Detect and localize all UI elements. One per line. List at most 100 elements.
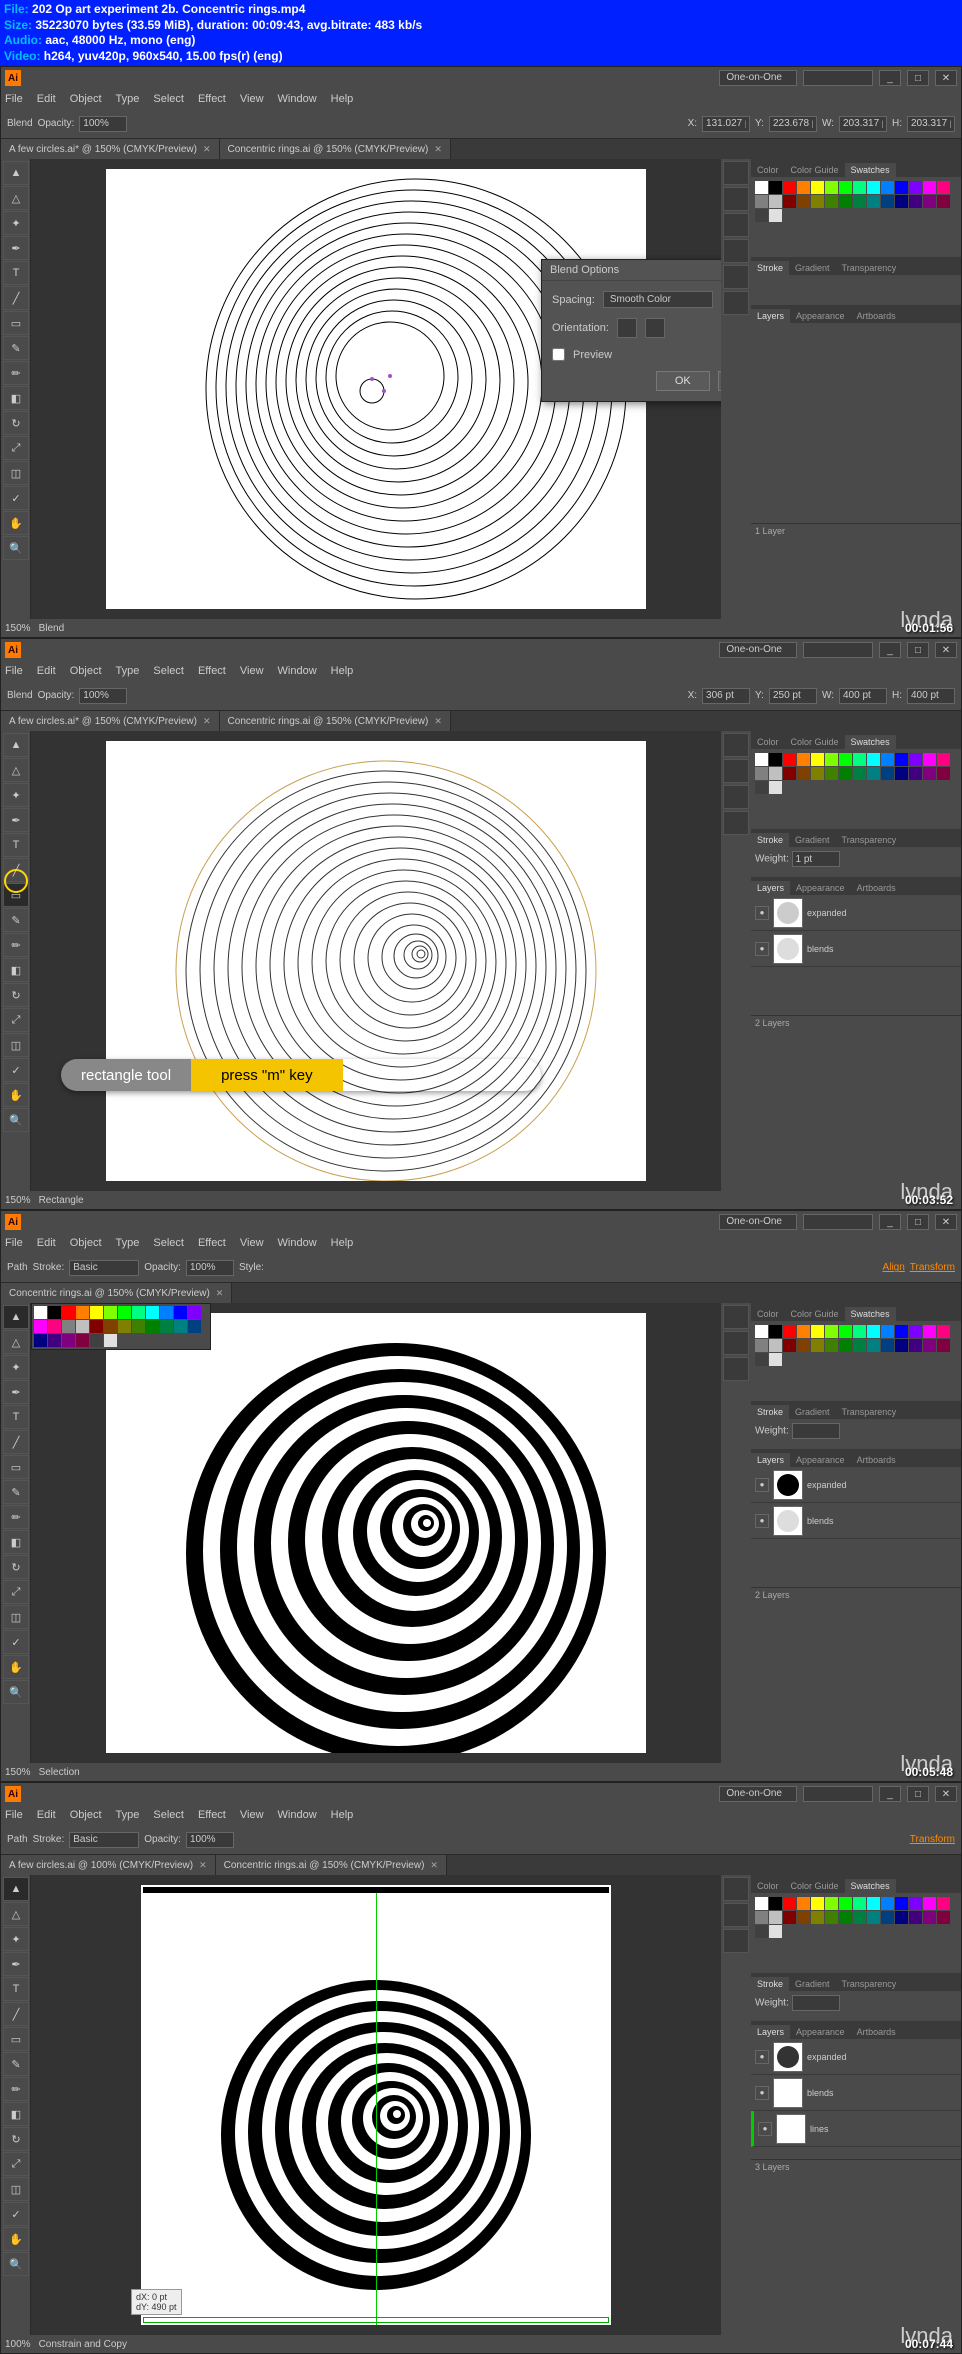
y-input[interactable] (769, 116, 817, 132)
swatch[interactable] (867, 767, 880, 780)
h-input[interactable] (907, 116, 955, 132)
pencil-tool[interactable]: ✏ (3, 361, 29, 385)
swatch[interactable] (937, 181, 950, 194)
menu-view[interactable]: View (240, 93, 264, 105)
swatch[interactable] (909, 753, 922, 766)
gradient-tab[interactable]: Gradient (789, 261, 836, 275)
line-tool[interactable]: ╱ (3, 286, 29, 310)
swatch[interactable] (146, 1306, 159, 1319)
swatch[interactable] (909, 1897, 922, 1910)
type-tool[interactable]: T (3, 261, 29, 285)
maximize-button[interactable]: □ (907, 70, 929, 86)
swatch[interactable] (923, 181, 936, 194)
swatch[interactable] (755, 753, 768, 766)
swatch[interactable] (881, 767, 894, 780)
swatch[interactable] (881, 195, 894, 208)
swatch[interactable] (839, 195, 852, 208)
swatch[interactable] (755, 1925, 768, 1938)
swatch[interactable] (839, 181, 852, 194)
swatch[interactable] (769, 1925, 782, 1938)
menu-effect[interactable]: Effect (198, 93, 226, 105)
brush-definition[interactable] (69, 1260, 139, 1276)
swatch[interactable] (755, 1897, 768, 1910)
swatch[interactable] (755, 781, 768, 794)
swatch[interactable] (895, 181, 908, 194)
swatch[interactable] (867, 195, 880, 208)
swatch[interactable] (881, 1339, 894, 1352)
appearance-tab[interactable]: Appearance (790, 309, 851, 323)
swatch[interactable] (104, 1320, 117, 1333)
swatch[interactable] (881, 1325, 894, 1338)
swatch[interactable] (90, 1334, 103, 1347)
swatch[interactable] (853, 767, 866, 780)
swatch[interactable] (895, 195, 908, 208)
brush-tool[interactable]: ✎ (3, 336, 29, 360)
opacity-input[interactable] (79, 116, 127, 132)
swatch[interactable] (797, 195, 810, 208)
swatch[interactable] (769, 195, 782, 208)
swatch[interactable] (923, 1897, 936, 1910)
swatch[interactable] (755, 767, 768, 780)
swatch[interactable] (783, 195, 796, 208)
swatch[interactable] (62, 1334, 75, 1347)
swatch[interactable] (853, 1325, 866, 1338)
swatch[interactable] (783, 767, 796, 780)
swatch[interactable] (825, 1325, 838, 1338)
eyedropper-tool[interactable]: ✓ (3, 486, 29, 510)
swatch[interactable] (923, 1325, 936, 1338)
ok-button[interactable]: OK (656, 371, 710, 391)
swatch[interactable] (909, 195, 922, 208)
swatch[interactable] (895, 1897, 908, 1910)
swatch[interactable] (937, 767, 950, 780)
swatch[interactable] (853, 753, 866, 766)
transparency-tab[interactable]: Transparency (836, 261, 903, 275)
stroke-weight-input[interactable] (792, 851, 840, 867)
gradient-tool[interactable]: ◫ (3, 461, 29, 485)
direct-selection-tool[interactable]: △ (3, 186, 29, 210)
swatch[interactable] (937, 195, 950, 208)
selection-tool[interactable]: ▲ (3, 1305, 29, 1329)
pen-tool[interactable]: ✒ (3, 236, 29, 260)
eraser-tool[interactable]: ◧ (3, 386, 29, 410)
swatch[interactable] (937, 1897, 950, 1910)
swatch[interactable] (132, 1320, 145, 1333)
swatch[interactable] (811, 1339, 824, 1352)
swatch[interactable] (923, 1911, 936, 1924)
color-guide-tab[interactable]: Color Guide (785, 163, 845, 177)
swatch[interactable] (160, 1320, 173, 1333)
swatch[interactable] (104, 1334, 117, 1347)
swatch[interactable] (118, 1306, 131, 1319)
swatch[interactable] (76, 1306, 89, 1319)
x-input[interactable] (702, 116, 750, 132)
swatch[interactable] (881, 1897, 894, 1910)
swatch[interactable] (895, 1911, 908, 1924)
color-tab[interactable]: Color (751, 163, 785, 177)
swatch[interactable] (48, 1320, 61, 1333)
swatch[interactable] (923, 195, 936, 208)
swatch[interactable] (769, 1339, 782, 1352)
swatch[interactable] (881, 753, 894, 766)
swatch[interactable] (909, 1911, 922, 1924)
swatch[interactable] (769, 1911, 782, 1924)
document-tab[interactable]: A few circles.ai* @ 150% (CMYK/Preview)✕ (1, 139, 220, 159)
swatch[interactable] (853, 1339, 866, 1352)
menu-select[interactable]: Select (153, 93, 184, 105)
swatch[interactable] (937, 1325, 950, 1338)
menu-object[interactable]: Object (70, 93, 102, 105)
swatch[interactable] (895, 767, 908, 780)
zoom-level[interactable]: 150% (5, 623, 31, 634)
swatch[interactable] (90, 1320, 103, 1333)
swatch[interactable] (825, 1897, 838, 1910)
swatch[interactable] (769, 1897, 782, 1910)
swatch[interactable] (188, 1306, 201, 1319)
swatch[interactable] (825, 195, 838, 208)
swatch[interactable] (867, 1325, 880, 1338)
swatch[interactable] (825, 1339, 838, 1352)
swatch[interactable] (62, 1320, 75, 1333)
scale-tool[interactable]: ⤢ (3, 436, 29, 460)
w-input[interactable] (839, 116, 887, 132)
swatch[interactable] (797, 1897, 810, 1910)
floating-swatches-panel[interactable] (31, 1303, 211, 1350)
swatch[interactable] (48, 1334, 61, 1347)
swatch[interactable] (34, 1320, 47, 1333)
